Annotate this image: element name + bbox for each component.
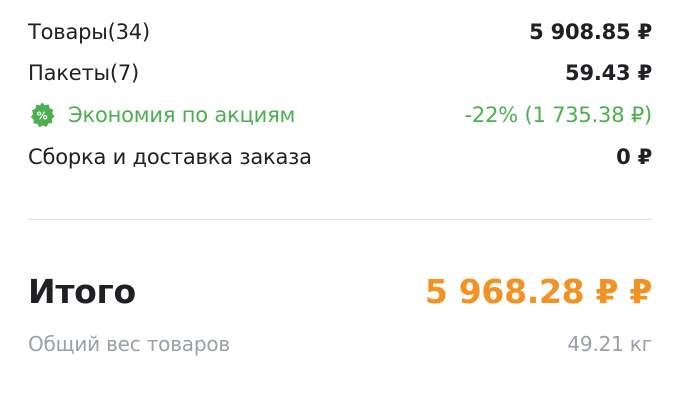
delivery-label: Сборка и доставка заказа bbox=[28, 145, 312, 169]
total-label: Итого bbox=[28, 271, 136, 311]
discount-label-group: % Экономия по акциям bbox=[28, 101, 295, 129]
bags-label-group: Пакеты (7) bbox=[28, 61, 139, 85]
discount-label: Экономия по акциям bbox=[68, 103, 296, 127]
items-label-group: Товары (34) bbox=[28, 20, 150, 44]
delivery-amount: 0 ₽ bbox=[616, 145, 652, 169]
bags-count: (7) bbox=[109, 61, 140, 85]
items-row: Товары (34) 5 908.85 ₽ bbox=[28, 12, 652, 52]
percent-badge-icon: % bbox=[30, 102, 55, 128]
items-label: Товары bbox=[28, 20, 108, 44]
badge-symbol: % bbox=[37, 110, 48, 123]
weight-row: Общий вес товаров 49.21 кг bbox=[28, 324, 652, 364]
discount-row: % Экономия по акциям -22% (1 735.38 ₽) bbox=[28, 95, 652, 135]
bags-label: Пакеты bbox=[28, 61, 110, 85]
total-row: Итого 5 968.28 ₽ ₽ bbox=[28, 266, 652, 316]
bags-row: Пакеты (7) 59.43 ₽ bbox=[28, 53, 652, 93]
weight-amount: 49.21 кг bbox=[567, 332, 652, 356]
weight-label: Общий вес товаров bbox=[28, 332, 230, 356]
items-count: (34) bbox=[107, 20, 151, 44]
delivery-row: Сборка и доставка заказа 0 ₽ bbox=[28, 137, 652, 177]
items-amount: 5 908.85 ₽ bbox=[529, 20, 652, 44]
order-summary: Товары (34) 5 908.85 ₽ Пакеты (7) 59.43 ₽ … bbox=[28, 0, 652, 406]
total-amount: 5 968.28 ₽ ₽ bbox=[424, 271, 652, 311]
divider bbox=[28, 219, 652, 220]
bags-amount: 59.43 ₽ bbox=[565, 61, 652, 85]
discount-amount: -22% (1 735.38 ₽) bbox=[464, 103, 653, 127]
